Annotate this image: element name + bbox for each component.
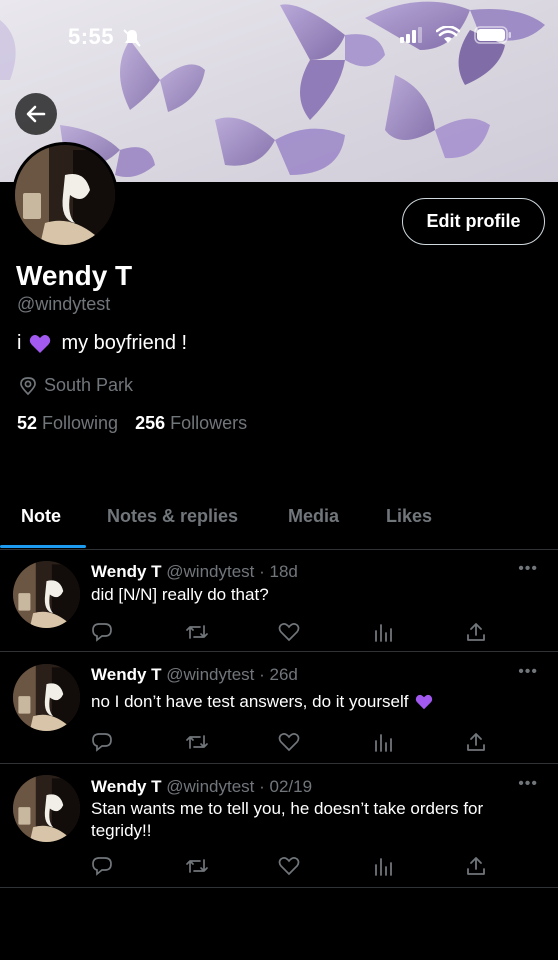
reply-icon[interactable] (91, 855, 113, 877)
like-icon[interactable] (278, 855, 300, 877)
more-icon[interactable]: ••• (518, 663, 538, 681)
post-author[interactable]: Wendy T (91, 777, 162, 796)
profile-tabs: Note Notes & replies Media Likes (0, 486, 558, 548)
like-icon[interactable] (278, 621, 300, 643)
status-bar: 5:55 (0, 0, 558, 70)
post-item[interactable]: Wendy T @windytest · 18d ••• did [N/N] r… (0, 549, 558, 652)
profile-location: South Park (18, 375, 133, 396)
purple-heart-icon (415, 694, 432, 710)
bio-suffix: my boyfriend ! (61, 332, 188, 354)
back-arrow-icon (26, 105, 46, 123)
post-avatar[interactable] (13, 775, 80, 842)
status-time: 5:55 (68, 24, 115, 49)
post-meta: Wendy T @windytest · 26d (91, 665, 298, 685)
following-count: 52 (17, 413, 38, 433)
tab-notes-replies[interactable]: Notes & replies (107, 506, 238, 527)
post-handle: @windytest · 26d (166, 665, 298, 684)
avatar-photo (13, 561, 80, 628)
share-icon[interactable] (465, 855, 487, 877)
like-icon[interactable] (278, 731, 300, 753)
follow-stats: 52 Following 256 Followers (17, 413, 247, 434)
views-icon[interactable] (372, 855, 394, 877)
following-label: Following (42, 413, 119, 433)
post-author[interactable]: Wendy T (91, 665, 162, 684)
post-text: did [N/N] really do that? (91, 585, 269, 604)
post-item[interactable]: Wendy T @windytest · 02/19 ••• Stan want… (0, 764, 558, 888)
reply-icon[interactable] (91, 731, 113, 753)
post-handle: @windytest · 18d (166, 562, 298, 581)
post-meta: Wendy T @windytest · 18d (91, 562, 298, 582)
post-meta: Wendy T @windytest · 02/19 (91, 777, 312, 797)
edit-profile-button[interactable]: Edit profile (402, 198, 545, 245)
post-avatar[interactable] (13, 664, 80, 731)
tab-likes[interactable]: Likes (386, 506, 432, 527)
profile-name: Wendy T (16, 260, 133, 291)
location-pin-icon (20, 376, 36, 395)
silent-bell-icon (123, 29, 141, 47)
bio-prefix: i (17, 332, 22, 354)
post-handle: @windytest · 02/19 (166, 777, 313, 796)
share-icon[interactable] (465, 731, 487, 753)
signal-icon (400, 27, 422, 43)
profile-avatar[interactable] (12, 142, 118, 248)
back-button[interactable] (15, 93, 57, 135)
avatar-photo (13, 775, 80, 842)
post-text-row: no I don’t have test answers, do it your… (91, 691, 536, 713)
post-actions (91, 731, 491, 755)
post-text: Stan wants me to tell you, he doesn’t ta… (91, 799, 484, 840)
post-text: no I don’t have test answers, do it your… (91, 692, 409, 711)
following-link[interactable]: 52 Following (17, 413, 118, 434)
post-actions (91, 621, 491, 645)
tab-note[interactable]: Note (21, 506, 61, 527)
battery-icon (474, 26, 511, 44)
post-actions (91, 855, 491, 879)
views-icon[interactable] (372, 621, 394, 643)
avatar-photo (15, 145, 115, 245)
more-icon[interactable]: ••• (518, 775, 538, 793)
post-avatar[interactable] (13, 561, 80, 628)
profile-bio: i my boyfriend ! (17, 332, 187, 355)
reply-icon[interactable] (91, 621, 113, 643)
post-item[interactable]: Wendy T @windytest · 26d ••• no I don’t … (0, 652, 558, 764)
active-tab-indicator (0, 545, 86, 548)
followers-link[interactable]: 256 Followers (135, 413, 247, 434)
followers-count: 256 (135, 413, 166, 433)
share-icon[interactable] (465, 621, 487, 643)
retweet-icon[interactable] (185, 621, 209, 643)
location-text: South Park (44, 375, 134, 395)
more-icon[interactable]: ••• (518, 560, 538, 578)
followers-label: Followers (170, 413, 248, 433)
purple-heart-icon (30, 334, 51, 353)
profile-handle: @windytest (17, 294, 111, 314)
avatar-photo (13, 664, 80, 731)
tab-media[interactable]: Media (288, 506, 339, 527)
retweet-icon[interactable] (185, 731, 209, 753)
status-icons (400, 26, 512, 44)
views-icon[interactable] (372, 731, 394, 753)
post-author[interactable]: Wendy T (91, 562, 162, 581)
wifi-icon (436, 26, 460, 43)
retweet-icon[interactable] (185, 855, 209, 877)
